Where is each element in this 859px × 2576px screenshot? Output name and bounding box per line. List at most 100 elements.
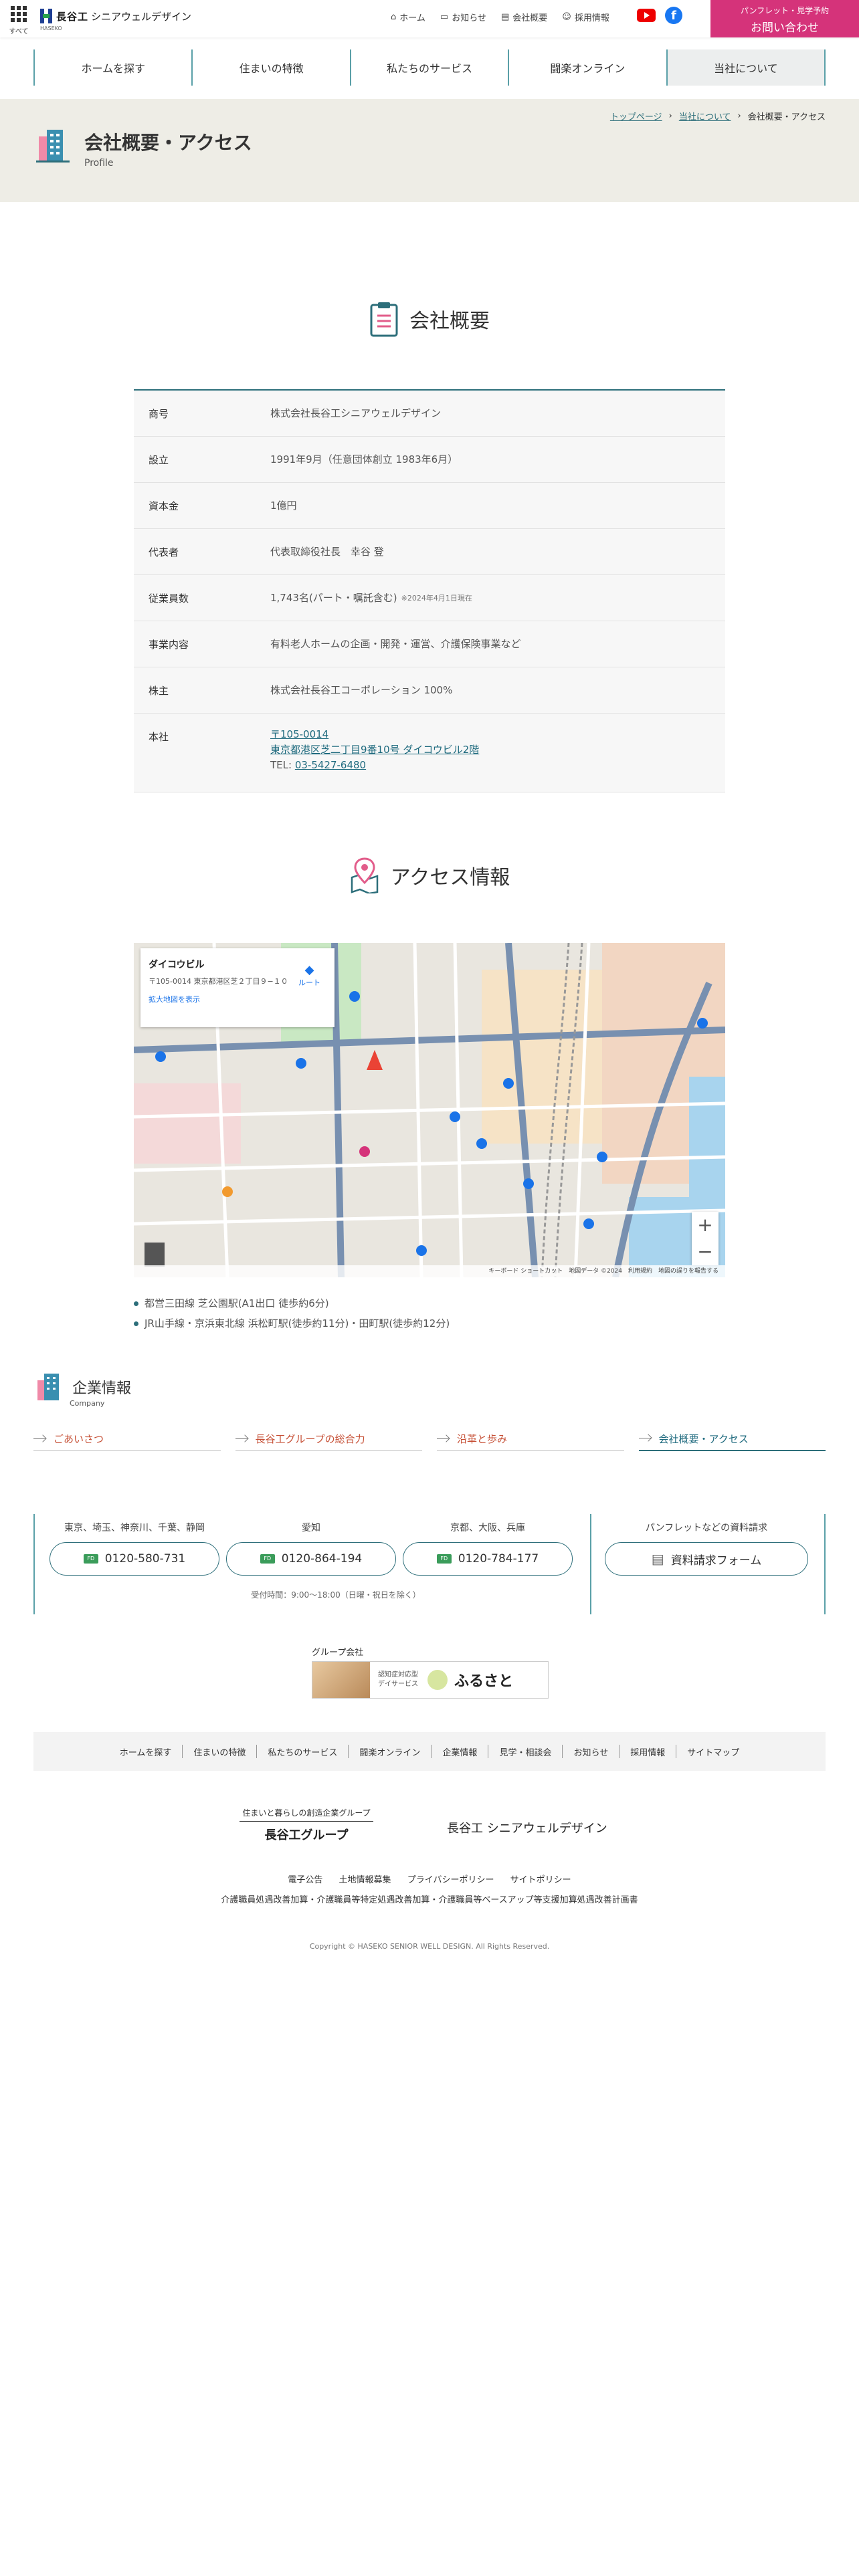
zoom-in-button[interactable]: + [692,1212,719,1239]
list-item: JR山手線・京浜東北線 浜松町駅(徒歩約11分)・田町駅(徒歩約12分) [134,1313,450,1333]
people-icon: ☺ [562,12,571,22]
subnav-group[interactable]: 長谷工グループの総合力 [235,1427,422,1451]
map-pin-icon [351,857,378,893]
chevron-right-icon: › [668,111,672,121]
subnav-history[interactable]: 沿革と歩み [437,1427,624,1451]
footer-link[interactable]: プライバシーポリシー [407,1875,494,1885]
office-building-icon [36,130,70,163]
page-header: トップページ › 当社について › 会社概要・アクセス 会社概要・アクセス Pr… [0,99,859,202]
footer-nav: ホームを探す 住まいの特徴 私たちのサービス 闘楽オンライン 企業情報 見学・相… [33,1732,826,1771]
access-directions: 都営三田線 芝公園駅(A1出口 徒歩約6分) JR山手線・京浜東北線 浜松町駅(… [134,1293,450,1333]
page-title: 会社概要・アクセス [84,132,252,154]
gnav-about[interactable]: 当社について [667,49,826,86]
reception-hours: 受付時間：9:00〜18:00（日曜・祝日を除く） [251,1590,421,1600]
company-footer-logo[interactable]: 長谷工 シニアウェルデザイン [447,1819,607,1836]
subnav-greeting[interactable]: ごあいさつ [33,1427,221,1451]
directions-icon: ◆ [304,963,314,977]
tel-link[interactable]: 03-5427-6480 [295,759,366,771]
company-profile-table: 商号 株式会社長谷工シニアウェルデザイン 設立 1991年9月（任意団体創立 198… [134,389,725,792]
table-row: 設立 1991年9月（任意団体創立 1983年6月） [134,437,725,483]
footer-link[interactable]: 闘楽オンライン [359,1745,420,1758]
corporate-subnav: ごあいさつ 長谷工グループの総合力 沿革と歩み 会社概要・アクセス [33,1427,826,1451]
top-nav-company[interactable]: ▤ 会社概要 [501,11,547,23]
grid-icon [11,6,27,22]
contact-region: 京都、大阪、兵庫 FD 0120-784-177 [403,1521,573,1576]
table-row: 従業員数 1,743名(パート・嘱託含む) ※2024年4月1日現在 [134,575,725,621]
table-row: 資本金 1億円 [134,483,725,529]
table-row: 株主 株式会社長谷工コーポレーション 100% [134,667,725,714]
footer-logos: 住まいと暮らしの創造企業グループ 長谷工グループ 長谷工 シニアウェルデザイン [0,1807,859,1847]
logo-brand: 長谷工 [56,10,89,23]
footer-link[interactable]: 電子公告 [288,1875,322,1885]
youtube-icon[interactable] [637,9,656,22]
breadcrumb-about[interactable]: 当社について [679,110,731,122]
list-item: 都営三田線 芝公園駅(A1出口 徒歩約6分) [134,1293,450,1313]
breadcrumb-top[interactable]: トップページ [610,110,662,122]
clipboard-icon [370,302,398,337]
haseko-group-logo[interactable]: 住まいと暮らしの創造企業グループ 長谷工グループ [240,1807,373,1843]
contact-cta-button[interactable]: パンフレット・見学予約 お問い合わせ [710,0,859,37]
haseko-logo-icon [40,9,54,23]
gnav-find-home[interactable]: ホームを探す [35,49,193,86]
map-zoom-controls: + − [692,1212,719,1265]
footer-link[interactable]: 採用情報 [630,1745,665,1758]
gnav-services[interactable]: 私たちのサービス [351,49,510,86]
footer-link[interactable]: サイトマップ [687,1745,739,1758]
site-header: すべて 長谷工 シニアウェルデザイン HASEKO ⌂ ホーム ▭ お知らせ ▤ 会社… [0,0,859,37]
zip-link[interactable]: 〒105-0014 [270,727,328,742]
map-place-address: 〒105-0014 東京都港区芝２丁目９−１０ [149,977,288,986]
tel-button-tokyo[interactable]: FD 0120-580-731 [50,1542,219,1576]
site-logo[interactable]: 長谷工 シニアウェルデザイン [40,8,191,24]
free-dial-icon: FD [260,1554,275,1564]
route-button[interactable]: ◆ ルート [298,963,320,988]
copyright: Copyright © HASEKO SENIOR WELL DESIGN. A… [309,1942,550,1951]
zoom-out-button[interactable]: − [692,1239,719,1265]
document-request-button[interactable]: ▤ 資料請求フォーム [605,1542,808,1576]
top-nav-news[interactable]: ▭ お知らせ [440,11,486,23]
top-nav-recruit[interactable]: ☺ 採用情報 [562,11,609,23]
footer-link[interactable]: 私たちのサービス [268,1745,337,1758]
free-dial-icon: FD [436,1554,452,1564]
footer-link[interactable]: 見学・相談会 [499,1745,551,1758]
group-company-label: グループ会社 [312,1648,364,1658]
footer-link[interactable]: お知らせ [573,1745,608,1758]
top-nav: ⌂ ホーム ▭ お知らせ ▤ 会社概要 ☺ 採用情報 [391,11,609,23]
tel-button-aichi[interactable]: FD 0120-864-194 [226,1542,396,1576]
banner-photo [312,1662,370,1698]
furusato-banner[interactable]: 認知症対応型 デイサービス ふるさと [312,1661,549,1699]
furusato-logo-icon [427,1670,448,1690]
google-map[interactable]: ダイコウビル 〒105-0014 東京都港区芝２丁目９−１０ 拡大地図を表示 ◆… [134,943,725,1277]
care-plan-link[interactable]: 介護職員処遇改善加算・介護職員等特定処遇改善加算・介護職員等ベースアップ等支援加… [0,1893,859,1905]
contact-region: 愛知 FD 0120-864-194 [226,1521,396,1576]
news-icon: ▭ [440,12,449,22]
access-heading: アクセス情報 [0,857,859,893]
footer-link[interactable]: 土地情報募集 [339,1875,391,1885]
footer-link[interactable]: サイトポリシー [510,1875,571,1885]
gnav-features[interactable]: 住まいの特徴 [193,49,351,86]
address-link[interactable]: 東京都港区芝二丁目9番10号 ダイコウビル2階 [270,742,479,758]
home-icon: ⌂ [391,12,397,22]
table-row-address: 本社 〒105-0014 東京都港区芝二丁目9番10号 ダイコウビル2階 TEL… [134,714,725,792]
breadcrumb-current: 会社概要・アクセス [747,112,826,122]
contact-region: 東京、埼玉、神奈川、千葉、静岡 FD 0120-580-731 [50,1521,219,1576]
tel-button-kansai[interactable]: FD 0120-784-177 [403,1542,573,1576]
footer-link[interactable]: 企業情報 [442,1745,477,1758]
divider [590,1514,591,1614]
banner-name: ふるさと [454,1673,514,1690]
corporate-info-heading: 企業情報 Company [36,1372,131,1408]
chevron-right-icon: › [737,111,741,121]
gnav-online[interactable]: 闘楽オンライン [509,49,668,86]
footer-link[interactable]: ホームを探す [120,1745,172,1758]
enlarge-map-link[interactable]: 拡大地図を表示 [149,994,326,1004]
free-dial-icon: FD [83,1554,98,1564]
table-row: 商号 株式会社長谷工シニアウェルデザイン [134,391,725,437]
subnav-profile-access[interactable]: 会社概要・アクセス [638,1427,826,1451]
facebook-icon[interactable]: f [665,7,682,24]
footer-link[interactable]: 住まいの特徴 [193,1745,246,1758]
all-menu-button[interactable]: すべて [7,4,31,35]
table-row: 事業内容 有料老人ホームの企画・開発・運営、介護保険事業など [134,621,725,667]
logo-small-text: HASEKO [40,25,62,31]
document-request: パンフレットなどの資料請求 ▤ 資料請求フォーム [605,1521,808,1576]
arrow-right-icon [638,1434,652,1442]
top-nav-home[interactable]: ⌂ ホーム [391,11,425,23]
